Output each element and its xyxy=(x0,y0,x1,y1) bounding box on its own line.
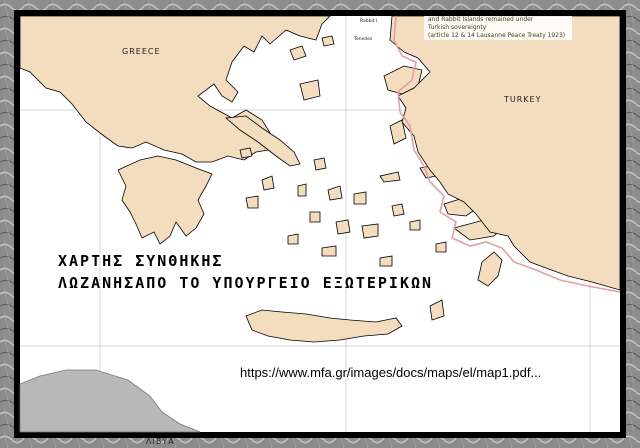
treaty-note-line3: (article 12 & 14 Lausanne Peace Treaty 1… xyxy=(428,32,565,39)
rabbit-island-label: Rabbit I. xyxy=(360,18,379,24)
treaty-note-line1: and Rabbit Islands remained under xyxy=(428,16,534,23)
map-area: GREECE TURKEY ΛΙΒΥΑ Rabbit I. Tenedos an… xyxy=(19,15,621,446)
caption-subtitle: ΛΩΖΑΝΗΣΑΠΟ ΤΟ ΥΠΟΥΡΓΕΙΟ ΕΞΩΤΕΡΙΚΩΝ xyxy=(58,274,434,292)
tenedos-label: Tenedos xyxy=(353,36,373,42)
source-url-text: https://www.mfa.gr/images/docs/maps/el/m… xyxy=(240,365,542,380)
turkey-label: TURKEY xyxy=(503,95,542,104)
caption-title: ΧΑΡΤΗΣ ΣΥΝΘΗΚΗΣ xyxy=(58,252,224,270)
map-svg: GREECE TURKEY ΛΙΒΥΑ Rabbit I. Tenedos an… xyxy=(0,0,640,448)
libya-label: ΛΙΒΥΑ xyxy=(146,437,175,446)
map-figure: GREECE TURKEY ΛΙΒΥΑ Rabbit I. Tenedos an… xyxy=(0,0,640,448)
greece-label: GREECE xyxy=(122,47,161,56)
treaty-note-line2: Turkish sovereignty xyxy=(427,24,487,31)
